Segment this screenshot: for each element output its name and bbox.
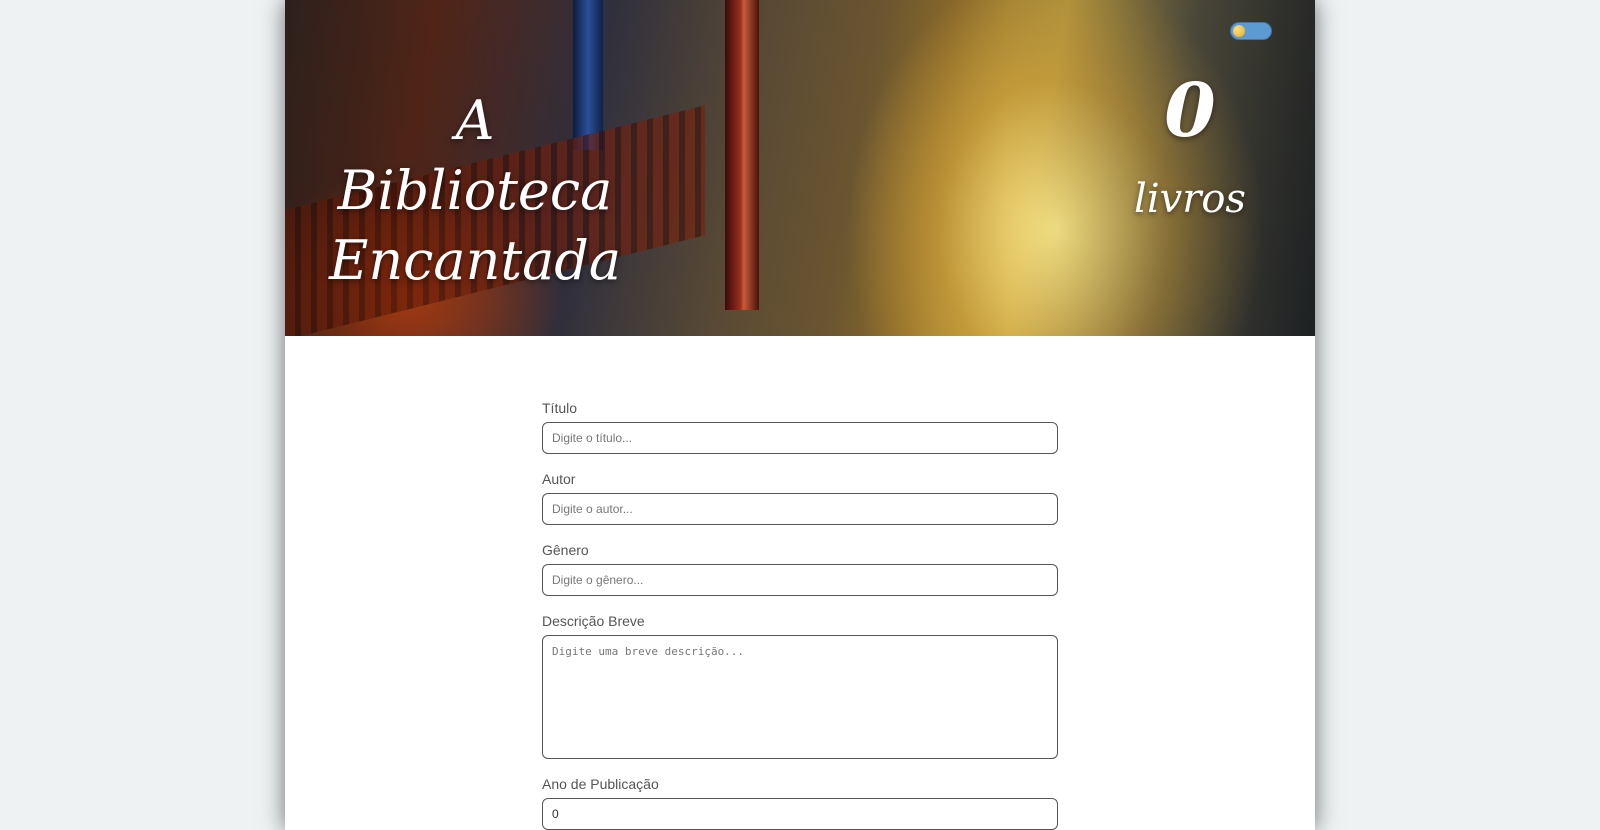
- titulo-label: Título: [542, 400, 578, 416]
- hero-banner: A Biblioteca Encantada 0 livros: [285, 0, 1315, 336]
- page-container: A Biblioteca Encantada 0 livros Título A…: [285, 0, 1315, 830]
- field-autor: Autor: [542, 471, 1058, 525]
- ano-label: Ano de Publicação: [542, 776, 659, 792]
- field-ano: Ano de Publicação: [542, 776, 1058, 830]
- site-title-line2: Encantada: [328, 229, 622, 292]
- ano-input[interactable]: [542, 798, 1058, 830]
- field-genero: Gênero: [542, 542, 1058, 596]
- genero-input[interactable]: [542, 564, 1058, 596]
- sun-icon: [1233, 25, 1245, 37]
- site-title-line1: A Biblioteca: [337, 89, 613, 222]
- field-titulo: Título: [542, 400, 1058, 454]
- titulo-input[interactable]: [542, 422, 1058, 454]
- site-title: A Biblioteca Encantada: [325, 86, 625, 296]
- genero-label: Gênero: [542, 542, 589, 558]
- book-count-value: 0: [1164, 68, 1216, 154]
- book-counter: 0 livros: [1115, 66, 1265, 224]
- book-form: Título Autor Gênero Descrição Breve Ano …: [542, 400, 1058, 830]
- autor-input[interactable]: [542, 493, 1058, 525]
- field-descricao: Descrição Breve: [542, 613, 1058, 759]
- descricao-textarea[interactable]: [542, 635, 1058, 759]
- theme-toggle[interactable]: [1230, 22, 1272, 40]
- autor-label: Autor: [542, 471, 576, 487]
- book-count-label: livros: [1134, 176, 1246, 222]
- descricao-label: Descrição Breve: [542, 613, 645, 629]
